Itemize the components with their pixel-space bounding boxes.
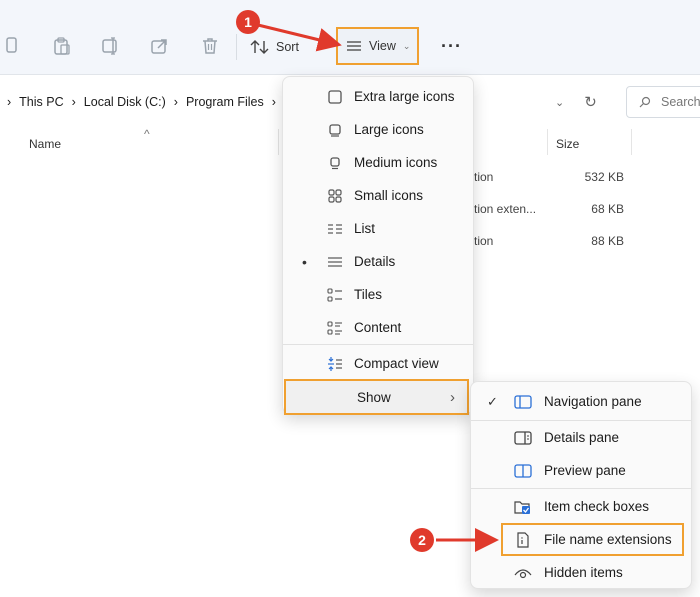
annotation-badge: 1 [236,10,260,34]
annotation-arrows [257,23,499,552]
annotation-badge: 2 [410,528,434,552]
